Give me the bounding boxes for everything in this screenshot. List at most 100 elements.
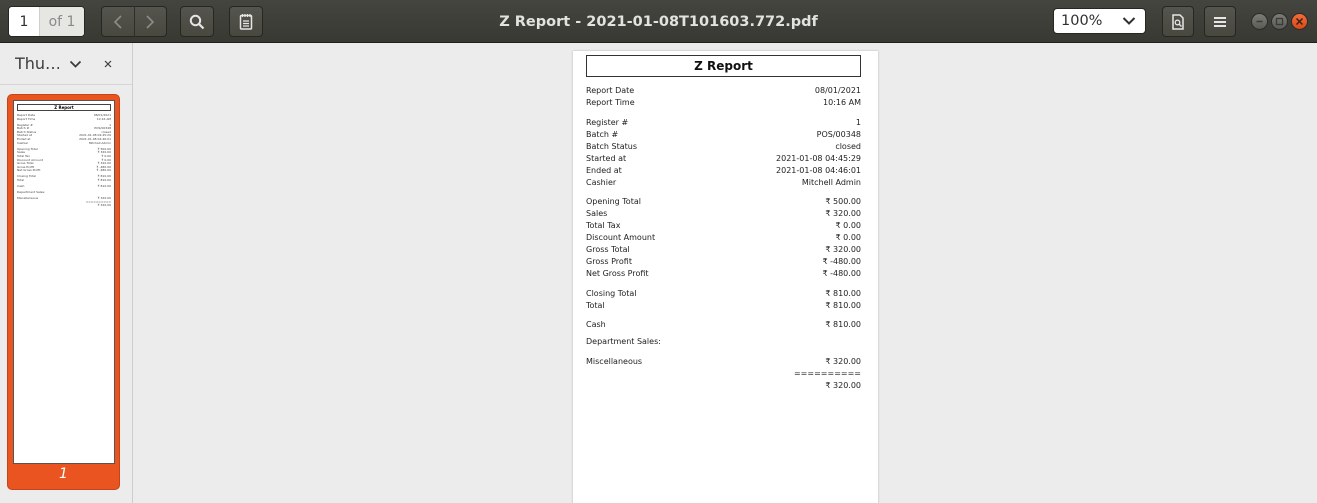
report-row: Sales ₹ 320.00	[586, 208, 861, 220]
row-value: POS/00348	[816, 129, 861, 139]
report-row: Discount Amount ₹ 0.00	[586, 232, 861, 244]
chevron-down-icon	[1122, 17, 1136, 25]
row-label: Batch Status	[586, 141, 638, 151]
totals-section: Opening Total ₹ 500.00 Sales ₹ 320.00 Tota…	[586, 196, 861, 280]
row-value: Mitchell Admin	[801, 177, 861, 187]
row-label: Gross Profit	[586, 257, 632, 266]
sidebar-header: Thu…	[0, 43, 132, 85]
document-search-icon	[1172, 13, 1184, 30]
row-value: ₹ -480.00	[822, 269, 861, 278]
thumbnail-page-preview: Z Report Report Date 08/01/2021 Report Tim…	[13, 100, 115, 464]
thumbnail-row: ₹ 320.00	[97, 203, 111, 208]
row-value: ₹ 810.00	[825, 320, 861, 329]
page-number-entry[interactable]: 1 of 1	[8, 6, 85, 37]
row-label: Total Tax	[586, 221, 621, 230]
report-row: Total ₹ 810.00	[586, 300, 861, 312]
maximize-window-button[interactable]	[1271, 13, 1288, 30]
row-label: Miscellaneous	[586, 356, 643, 366]
row-label: Gross Total	[586, 245, 630, 254]
chevron-down-icon[interactable]	[69, 59, 82, 69]
report-row: Closing Total ₹ 810.00	[586, 288, 861, 300]
row-label: Sales	[586, 209, 608, 218]
page-total-label: of 1	[39, 7, 84, 36]
main-menu-button[interactable]	[1204, 6, 1236, 37]
report-row: Batch Status closed	[586, 141, 861, 153]
pdf-page: Z Report Report Date 08/01/2021 Report Ti…	[573, 51, 878, 503]
zoom-select[interactable]: 100%	[1053, 8, 1146, 34]
report-row: Gross Profit ₹ -480.00	[586, 256, 861, 268]
z-report: Z Report Report Date 08/01/2021 Report Ti…	[586, 55, 861, 392]
row-value: ₹ 320.00	[825, 356, 861, 366]
headerbar: 1 of 1 Z Report - 2021-01-08T101603.772.…	[0, 0, 1317, 43]
row-value: 1	[855, 117, 861, 127]
page-navigation	[101, 6, 167, 37]
row-value: ₹ 320.00	[825, 209, 861, 218]
row-value: 2021-01-08 04:45:29	[776, 153, 861, 163]
report-row: Opening Total ₹ 500.00	[586, 196, 861, 208]
row-label: Report Time	[586, 98, 635, 107]
closing-section: Closing Total ₹ 810.00 Total ₹ 810.00	[586, 288, 861, 312]
minimize-icon	[1256, 20, 1263, 23]
row-value: ₹ 810.00	[825, 300, 861, 310]
row-value: 08/01/2021	[814, 86, 861, 95]
report-title: Z Report	[586, 55, 861, 77]
separator-line: ==========	[793, 368, 861, 378]
report-row: Batch # POS/00348	[586, 129, 861, 141]
report-row: Net Gross Profit ₹ -480.00	[586, 268, 861, 280]
info-section: Register # 1 Batch # POS/00348 Batch Statu…	[586, 117, 861, 189]
row-value: ₹ -480.00	[822, 257, 861, 266]
row-label: Ended at	[586, 165, 622, 175]
hamburger-menu-icon	[1214, 16, 1226, 27]
department-total: ₹ 320.00	[825, 380, 861, 390]
close-icon	[1295, 17, 1304, 26]
annotations-button[interactable]	[229, 6, 263, 37]
minimize-window-button[interactable]	[1251, 13, 1268, 30]
row-value: ₹ 320.00	[825, 245, 861, 254]
cash-row: Cash ₹ 810.00	[586, 319, 861, 331]
row-value: ₹ 500.00	[825, 197, 861, 206]
chevron-right-icon	[146, 14, 155, 29]
thumbnail-title: Z Report	[17, 104, 111, 111]
row-label: Closing Total	[586, 288, 637, 298]
row-value: ₹ 0.00	[835, 221, 861, 230]
report-row: Gross Total ₹ 320.00	[586, 244, 861, 256]
section-heading: Department Sales:	[586, 337, 661, 346]
row-value: closed	[835, 141, 861, 151]
thumbnail-rows: Report Date 08/01/2021 Report Time 10:16 AM…	[17, 113, 111, 208]
thumbnail-page-label: 1	[59, 466, 68, 482]
department-row: Miscellaneous ₹ 320.00	[586, 356, 861, 368]
report-row: Register # 1	[586, 117, 861, 129]
department-heading: Department Sales:	[586, 336, 861, 348]
report-row: Total Tax ₹ 0.00	[586, 220, 861, 232]
row-value: 10:16 AM	[823, 98, 861, 107]
row-label: Cash	[586, 320, 606, 329]
page-thumbnail[interactable]: Z Report Report Date 08/01/2021 Report Tim…	[7, 94, 120, 490]
report-row: Report Time 10:16 AM	[586, 97, 861, 109]
search-button[interactable]	[180, 6, 214, 37]
row-label: Report Date	[586, 86, 635, 95]
row-value: ₹ 0.00	[835, 233, 861, 242]
sidebar-mode-select[interactable]: Thu…	[15, 54, 59, 73]
row-label: Started at	[586, 153, 627, 163]
notepad-icon	[239, 14, 253, 30]
current-page-field[interactable]: 1	[9, 7, 39, 36]
sidebar: Thu… Z Report Report Date 08/01/2021 Repor…	[0, 43, 133, 503]
previous-page-button[interactable]	[102, 6, 134, 37]
row-label: Opening Total	[586, 197, 641, 206]
report-row: Ended at 2021-01-08 04:46:01	[586, 165, 861, 177]
next-page-button[interactable]	[133, 6, 166, 37]
report-row: Started at 2021-01-08 04:45:29	[586, 153, 861, 165]
document-properties-button[interactable]	[1162, 6, 1194, 37]
document-view[interactable]: Z Report Report Date 08/01/2021 Report Ti…	[134, 43, 1317, 503]
close-window-button[interactable]	[1291, 13, 1308, 30]
close-sidebar-button[interactable]	[104, 56, 112, 72]
header-section: Report Date 08/01/2021 Report Time 10:16 A…	[586, 85, 861, 109]
close-icon	[104, 60, 112, 67]
row-label: Batch #	[586, 129, 619, 139]
row-label: Register #	[586, 117, 629, 127]
row-label: Discount Amount	[586, 233, 656, 242]
report-row: Cashier Mitchell Admin	[586, 177, 861, 189]
zoom-value: 100%	[1061, 13, 1103, 29]
search-icon	[189, 14, 205, 29]
report-row: Report Date 08/01/2021	[586, 85, 861, 97]
